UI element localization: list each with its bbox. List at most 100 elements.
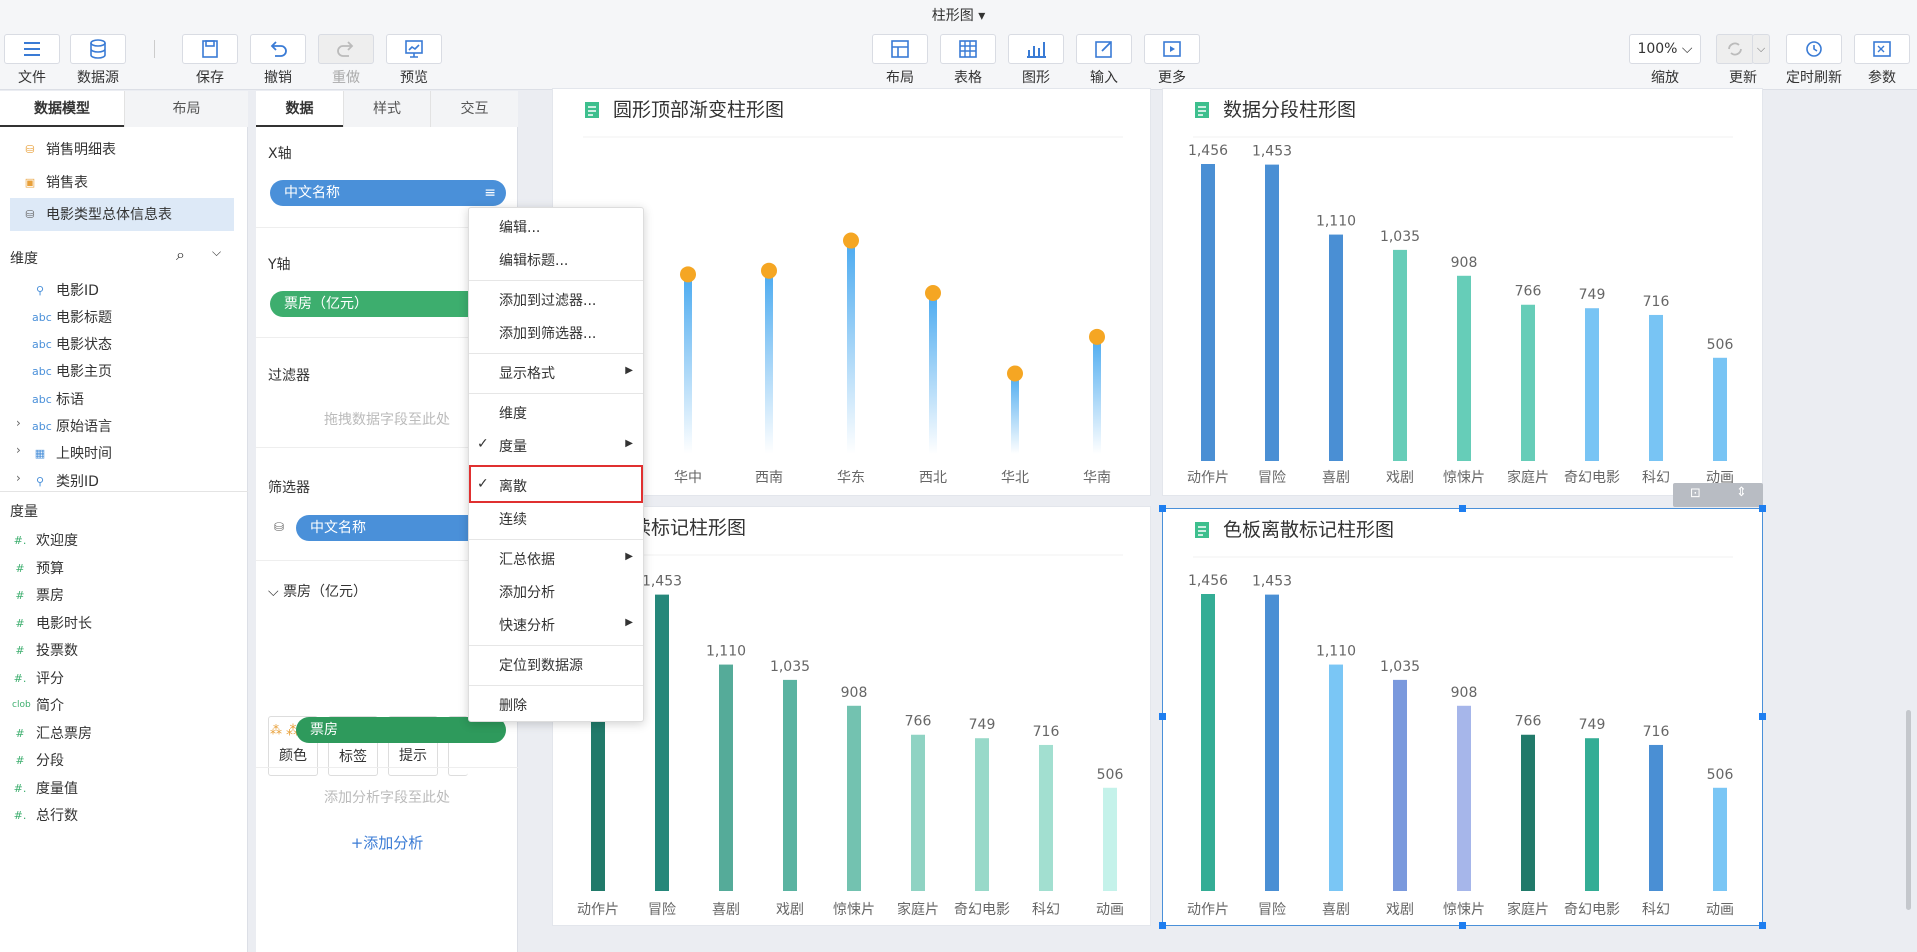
resize-handle[interactable]: [1759, 713, 1766, 720]
preview-button[interactable]: [386, 34, 442, 64]
search-icon[interactable]: ⌕: [176, 245, 185, 265]
bar: [1713, 787, 1727, 891]
menu-item-aggregate-by[interactable]: 汇总依据: [499, 549, 555, 569]
params-button[interactable]: [1854, 34, 1910, 64]
resize-handle[interactable]: [1459, 922, 1466, 929]
x-tick-label: 科幻: [1032, 902, 1060, 918]
save-button[interactable]: [182, 34, 238, 64]
tab-data[interactable]: 数据: [256, 91, 343, 127]
bar-stick: [1011, 373, 1019, 454]
menu-item-continuous[interactable]: 连续: [499, 509, 527, 529]
measure-item[interactable]: # 汇总票房: [12, 723, 92, 743]
vertical-scrollbar[interactable]: [1906, 710, 1911, 910]
dimension-item[interactable]: abc 电影主页: [32, 361, 112, 381]
chart-button[interactable]: [1008, 34, 1064, 64]
resize-handle[interactable]: [1159, 713, 1166, 720]
measure-item[interactable]: #. 总行数: [12, 805, 78, 825]
redo-button[interactable]: [318, 34, 374, 64]
document-title[interactable]: 柱形图 ▾: [900, 5, 1017, 25]
resize-handle[interactable]: [1759, 505, 1766, 512]
x-tick-label: 华东: [837, 470, 865, 486]
tab-layout[interactable]: 布局: [124, 91, 248, 127]
x-tick-label: 华南: [1083, 470, 1111, 486]
menu-item-display-format[interactable]: 显示格式: [499, 363, 555, 383]
measure-item[interactable]: # 预算: [12, 558, 64, 578]
measure-group-header[interactable]: ⌵ 票房（亿元）: [268, 581, 367, 601]
more-button[interactable]: [1144, 34, 1200, 64]
dimension-item[interactable]: abc 原始语言: [32, 416, 112, 436]
chevron-right-icon[interactable]: ›: [16, 416, 21, 430]
dimension-item[interactable]: ⚲ 电影ID: [32, 280, 99, 300]
tab-style[interactable]: 样式: [343, 91, 430, 127]
bar: [719, 664, 733, 891]
data-label: 716: [1643, 294, 1670, 310]
bar-circle-top: [1007, 365, 1023, 382]
menu-item-locate-datasource[interactable]: 定位到数据源: [499, 655, 583, 675]
sort-icon[interactable]: ≡: [484, 180, 496, 206]
chevron-right-icon[interactable]: ›: [16, 471, 21, 485]
menu-item-quick-analysis[interactable]: 快速分析: [499, 615, 555, 635]
table-item-sales[interactable]: ▣ 销售表: [22, 172, 88, 192]
measure-item[interactable]: #. 欢迎度: [12, 530, 78, 550]
bar: [847, 705, 861, 891]
table-item-sales-detail[interactable]: ⛁ 销售明细表: [22, 139, 116, 159]
dimension-item[interactable]: ▦ 上映时间: [32, 443, 112, 463]
tab-interaction[interactable]: 交互: [430, 91, 518, 127]
dimension-item[interactable]: abc 标语: [32, 389, 84, 409]
dimension-item[interactable]: abc 电影标题: [32, 307, 112, 327]
x-axis-field-pill[interactable]: 中文名称 ≡: [270, 180, 506, 206]
move-icon[interactable]: ⇕: [1736, 485, 1747, 500]
resize-handle[interactable]: [1459, 505, 1466, 512]
menu-item-add-to-selector[interactable]: 添加到筛选器...: [499, 323, 596, 343]
analysis-drop-zone[interactable]: 添加分析字段至此处: [256, 787, 518, 807]
x-tick-label: 惊悚片: [833, 902, 875, 918]
card-hover-toolbar: ⊡ ⇕: [1673, 483, 1763, 507]
menu-item-discrete[interactable]: 离散: [499, 476, 527, 496]
add-analysis-button[interactable]: +添加分析: [256, 832, 518, 853]
refresh-button[interactable]: [1716, 34, 1754, 64]
tab-data-model[interactable]: 数据模型: [0, 91, 124, 127]
resize-handle[interactable]: [1759, 922, 1766, 929]
menu-item-edit[interactable]: 编辑...: [499, 217, 540, 237]
menu-item-add-analysis[interactable]: 添加分析: [499, 582, 555, 602]
x-tick-label: 家庭片: [1507, 469, 1549, 486]
measure-item[interactable]: # 票房: [12, 585, 64, 605]
undo-button[interactable]: [250, 34, 306, 64]
datasource-button[interactable]: [70, 34, 126, 64]
zoom-select[interactable]: 100% ⌵: [1629, 34, 1701, 64]
table-item-movie-genre[interactable]: ⛁ 电影类型总体信息表: [22, 204, 172, 224]
measure-item[interactable]: #. 度量值: [12, 778, 78, 798]
x-tick-label: 冒险: [1258, 902, 1286, 918]
menu-item-measure[interactable]: 度量: [499, 436, 527, 456]
chart-card-2[interactable]: 数据分段柱形图 1,456 动作片 1,453 冒险 1,110 喜剧 1,035 戏剧 908…: [1162, 88, 1763, 496]
input-button[interactable]: [1076, 34, 1132, 64]
data-label: 766: [1515, 284, 1542, 300]
refresh-dropdown[interactable]: ⌵: [1752, 34, 1770, 64]
trash-icon[interactable]: ⊡: [1690, 486, 1701, 501]
menu-separator: [469, 539, 643, 540]
menu-item-delete[interactable]: 删除: [499, 695, 527, 715]
measure-item[interactable]: clob 简介: [12, 695, 64, 715]
menu-item-add-to-filter[interactable]: 添加到过滤器...: [499, 290, 596, 310]
layout-button[interactable]: [872, 34, 928, 64]
chevron-right-icon[interactable]: ›: [16, 443, 21, 457]
menu-item-edit-title[interactable]: 编辑标题...: [499, 250, 568, 270]
file-button[interactable]: [4, 34, 60, 64]
menu-item-dimension[interactable]: 维度: [499, 403, 527, 423]
dimension-item[interactable]: abc 电影状态: [32, 334, 112, 354]
x-tick-label: 喜剧: [1322, 470, 1350, 486]
table-button[interactable]: [940, 34, 996, 64]
x-tick-label: 奇幻电影: [954, 901, 1010, 918]
measure-item[interactable]: #. 评分: [12, 668, 64, 688]
timed-refresh-button[interactable]: [1786, 34, 1842, 64]
chevron-down-icon[interactable]: ⌵: [212, 245, 221, 260]
dimension-item[interactable]: ⚲ 类别ID: [32, 471, 99, 491]
measure-item[interactable]: # 分段: [12, 750, 64, 770]
x-tick-label: 奇幻电影: [1564, 469, 1620, 486]
resize-handle[interactable]: [1159, 505, 1166, 512]
chart-card-4-selected[interactable]: 色板离散标记柱形图 1,456 动作片 1,453 冒险 1,110 喜剧 1,035 戏剧 9…: [1162, 508, 1763, 926]
resize-handle[interactable]: [1159, 922, 1166, 929]
measure-item[interactable]: # 投票数: [12, 640, 78, 660]
data-label: 1,035: [770, 659, 810, 675]
measure-item[interactable]: # 电影时长: [12, 613, 92, 633]
